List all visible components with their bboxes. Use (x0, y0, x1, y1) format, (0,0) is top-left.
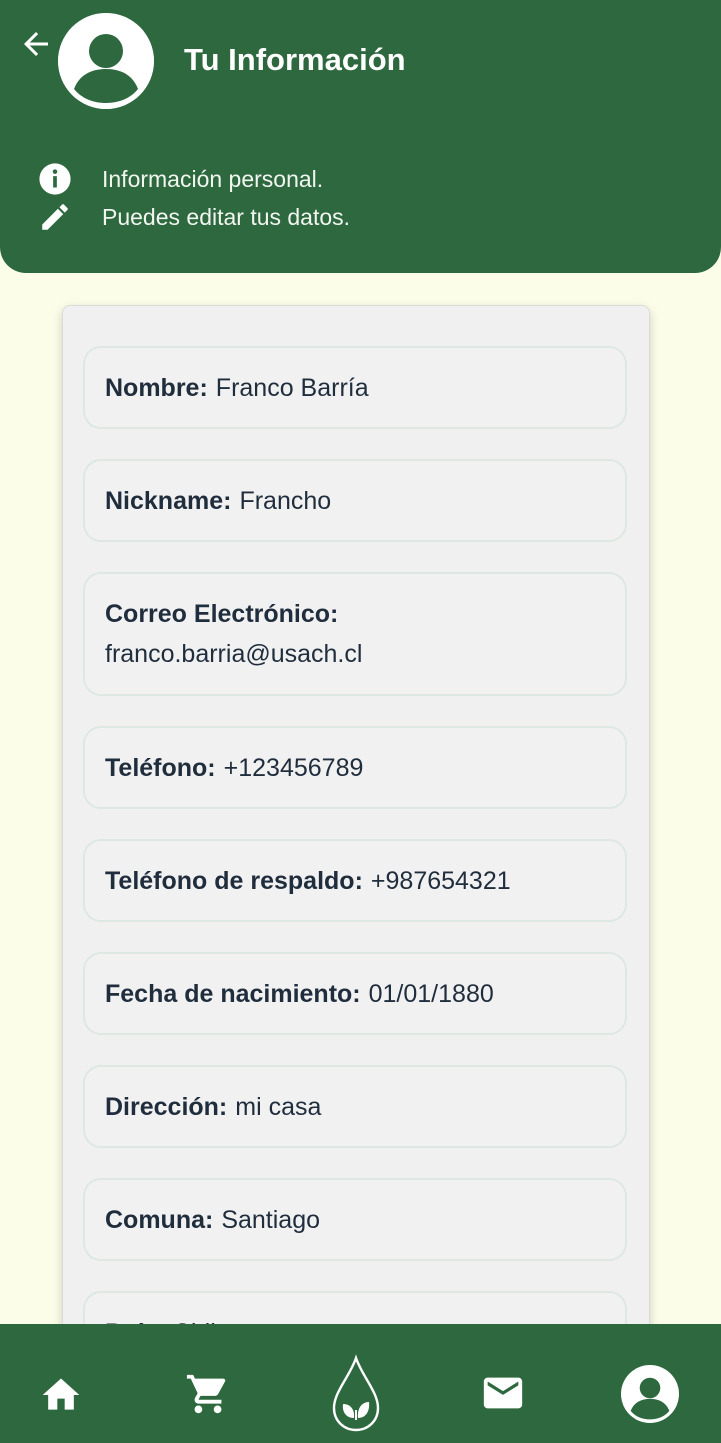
nav-cart[interactable] (182, 1368, 234, 1420)
back-button[interactable] (16, 24, 56, 64)
field-label: Fecha de nacimiento: (105, 979, 361, 1008)
profile-icon (621, 1365, 679, 1423)
header: Tu Información Información personal. Pue… (0, 0, 721, 273)
nav-home-logo[interactable] (328, 1354, 384, 1434)
field-direccion[interactable]: Dirección: mi casa (83, 1065, 627, 1148)
mail-icon (483, 1377, 523, 1409)
field-telefono-respaldo[interactable]: Teléfono de respaldo: +987654321 (83, 839, 627, 922)
field-label: Correo Electrónico: (105, 600, 339, 628)
field-label: Teléfono de respaldo: (105, 866, 363, 895)
cart-icon (186, 1374, 226, 1414)
avatar[interactable] (58, 13, 154, 109)
field-label: Nickname: (105, 486, 232, 515)
field-value: Franco Barría (215, 373, 369, 402)
edit-text: Puedes editar tus datos. (102, 203, 351, 230)
field-correo[interactable]: Correo Electrónico: franco.barria@usach.… (83, 572, 627, 696)
pencil-icon[interactable] (38, 200, 72, 234)
person-icon (58, 13, 154, 109)
info-row: Información personal. (38, 161, 323, 197)
field-comuna[interactable]: Comuna: Santiago (83, 1178, 627, 1261)
info-text: Información personal. (102, 165, 324, 192)
nav-mail[interactable] (478, 1368, 528, 1418)
field-label: Nombre: (105, 373, 208, 402)
nav-home[interactable] (36, 1370, 86, 1420)
bottom-nav (0, 1324, 721, 1443)
field-label: Dirección: (105, 1092, 228, 1121)
field-value: franco.barria@usach.cl (105, 640, 363, 668)
field-value: +123456789 (223, 753, 364, 782)
field-fecha-nacimiento[interactable]: Fecha de nacimiento: 01/01/1880 (83, 952, 627, 1035)
profile-card: Nombre: Franco Barría Nickname: Francho … (62, 305, 650, 1427)
field-value: Francho (239, 486, 332, 515)
field-value: Santiago (221, 1205, 321, 1234)
field-label: Comuna: (105, 1205, 214, 1234)
field-nombre[interactable]: Nombre: Franco Barría (83, 346, 627, 429)
nav-profile[interactable] (620, 1364, 680, 1424)
home-icon (42, 1378, 80, 1410)
field-value: +987654321 (370, 866, 511, 895)
leaf-drop-logo-icon (332, 1354, 380, 1432)
field-telefono[interactable]: Teléfono: +123456789 (83, 726, 627, 809)
field-value: mi casa (235, 1092, 322, 1121)
field-value: 01/01/1880 (368, 979, 494, 1008)
arrow-left-icon (24, 32, 48, 56)
edit-row[interactable]: Puedes editar tus datos. (38, 199, 350, 235)
info-icon (38, 162, 72, 196)
field-label: Teléfono: (105, 753, 216, 782)
field-nickname[interactable]: Nickname: Francho (83, 459, 627, 542)
page-title: Tu Información (184, 42, 406, 77)
